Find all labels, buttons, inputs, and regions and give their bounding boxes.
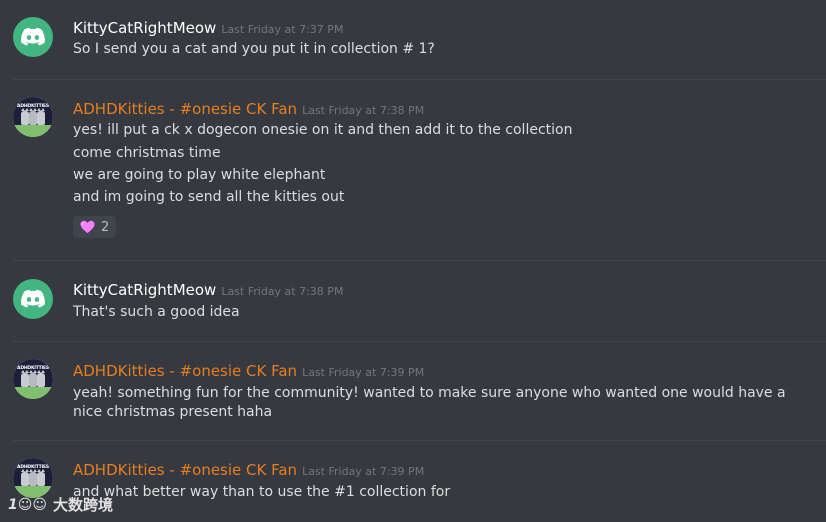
message-text: come christmas time [73,145,221,161]
message-text: and what better way than to use the #1 c… [73,484,451,500]
message-text: and im going to send all the kitties out [73,189,345,205]
message-text: So I send you a cat and you put it in co… [73,41,435,57]
pink-heart-icon [80,220,95,234]
avatar[interactable]: ADHDKITTIES [13,458,53,498]
avatar[interactable]: ADHDKITTIES [13,359,53,399]
cat-icon [37,370,45,387]
avatar[interactable] [13,279,53,319]
username[interactable]: KittyCatRightMeow [73,281,216,299]
discord-logo-icon [21,289,45,308]
message-text: yeah! something fun for the community! w… [73,385,786,420]
cat-icon [21,469,29,486]
watermark: 1☺☺ 大数跨境 [8,494,113,515]
cat-icon [21,108,29,125]
timestamp: Last Friday at 7:38 PM [302,104,425,117]
message-text: That's such a good idea [73,304,240,320]
reaction-button[interactable]: 2 [73,216,116,238]
avatar[interactable]: ADHDKITTIES [13,97,53,137]
username[interactable]: ADHDKitties - #onesie CK Fan [73,362,297,380]
username[interactable]: ADHDKitties - #onesie CK Fan [73,100,297,118]
avatar[interactable] [13,17,53,57]
message-divider [13,440,826,441]
cat-icon [29,108,37,125]
message-text: yes! ill put a ck x dogecon onesie on it… [73,122,573,138]
reaction-count: 2 [101,219,110,235]
cat-icon [37,469,45,486]
username[interactable]: ADHDKitties - #onesie CK Fan [73,461,297,479]
cat-icon [29,469,37,486]
discord-logo-icon [21,27,45,46]
cat-icon [21,370,29,387]
cat-icon [37,108,45,125]
timestamp: Last Friday at 7:39 PM [302,366,425,379]
timestamp: Last Friday at 7:39 PM [302,465,425,478]
chat-message-list[interactable]: KittyCatRightMeow Last Friday at 7:37 PM … [0,0,826,522]
cat-icon [29,370,37,387]
watermark-logo: 1☺☺ [8,496,47,513]
message-divider [13,260,826,261]
timestamp: Last Friday at 7:38 PM [221,285,344,298]
message-divider [13,79,826,80]
message-text: we are going to play white elephant [73,167,326,183]
username[interactable]: KittyCatRightMeow [73,19,216,37]
message-divider [13,341,826,342]
timestamp: Last Friday at 7:37 PM [221,23,344,36]
watermark-text: 大数跨境 [52,496,113,514]
